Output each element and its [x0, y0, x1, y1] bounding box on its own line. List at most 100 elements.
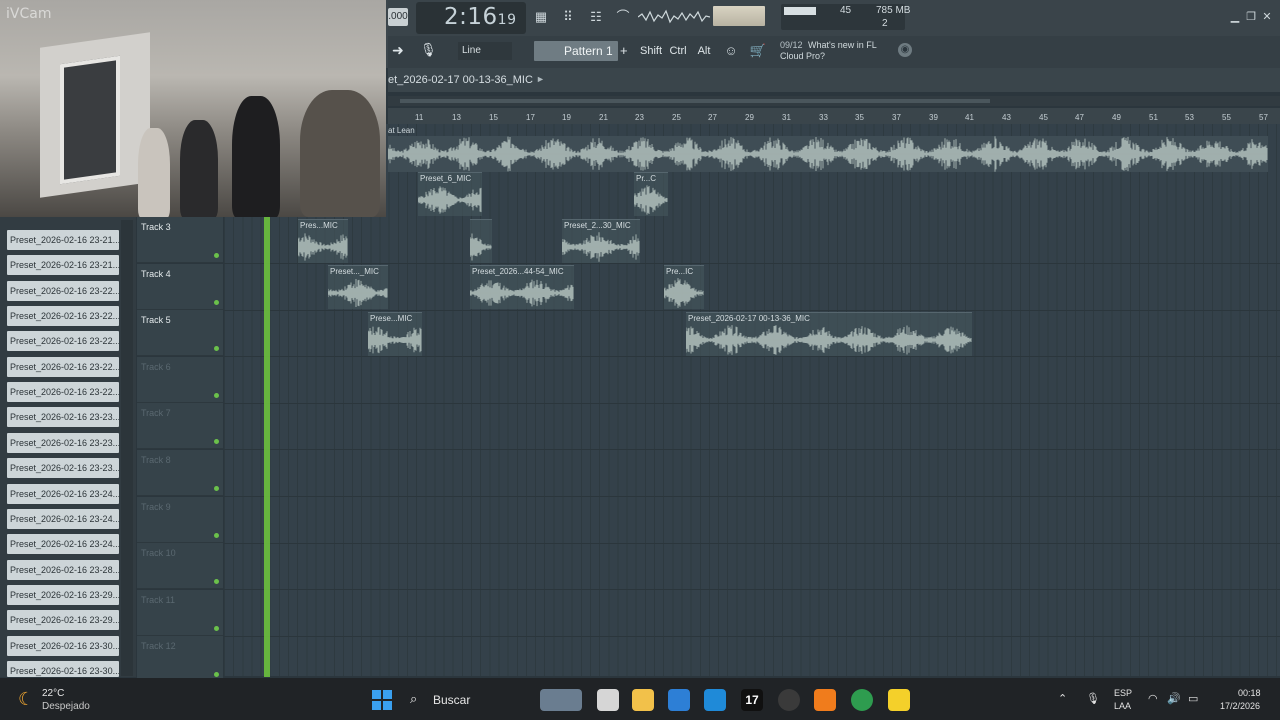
audio-clip[interactable]: Preset_2...30_MIC — [562, 219, 640, 263]
track-header[interactable]: Track 9 — [137, 496, 223, 543]
chevron-up-icon[interactable]: ⌃ — [1058, 692, 1067, 705]
track-header[interactable]: Track 6 — [137, 356, 223, 403]
track-header[interactable]: Track 4 — [137, 263, 223, 310]
track-header[interactable]: Track 3 — [137, 217, 223, 263]
audio-clip[interactable]: Preset_2026-02-17 00-13-36_MIC — [686, 312, 972, 356]
windows-start-icon[interactable] — [372, 690, 392, 710]
master-volume[interactable] — [713, 6, 765, 26]
media-app-icon[interactable] — [778, 689, 800, 711]
alt-key[interactable]: Alt — [693, 42, 715, 60]
playhead-marker[interactable] — [264, 217, 270, 677]
browser-file-item[interactable]: Preset_2026-02-16 23-30... — [7, 660, 119, 677]
browser-file-item[interactable]: Preset_2026-02-16 23-22... — [7, 306, 119, 327]
cart-icon[interactable]: 🛒 — [747, 42, 769, 60]
play-arrow-icon[interactable]: ➜ — [392, 42, 410, 60]
track-enable-led[interactable] — [214, 392, 219, 398]
browser-file-item[interactable]: Preset_2026-02-16 23-28... — [7, 559, 119, 580]
search-icon[interactable]: ⌕ — [410, 691, 417, 707]
track-enable-led[interactable] — [214, 486, 219, 491]
input-layout[interactable]: LAA — [1114, 701, 1131, 711]
browser-file-item[interactable]: Preset_2026-02-16 23-24... — [7, 508, 119, 529]
piano-icon[interactable]: ▦ — [530, 8, 552, 26]
audio-clip[interactable]: Prese...MIC — [368, 312, 422, 356]
mixer-icon[interactable]: ☷ — [585, 8, 607, 26]
audio-clip[interactable]: Pr...C — [634, 172, 668, 216]
audio-clip[interactable]: Preset_2026...44-54_MIC — [470, 265, 574, 309]
widgets-icon[interactable] — [540, 689, 582, 711]
browser-file-item[interactable]: Preset_2026-02-16 23-24... — [7, 483, 119, 504]
chrome-icon[interactable] — [851, 689, 873, 711]
tradingview-icon[interactable]: 17 — [741, 689, 763, 711]
browser-file-item[interactable]: Preset_2026-02-16 23-22... — [7, 331, 119, 352]
globe-icon[interactable]: ◉ — [898, 43, 912, 57]
track-header[interactable]: Track 10 — [137, 543, 223, 590]
wifi-icon[interactable]: ◠ — [1148, 692, 1158, 705]
playlist-hscroll-thumb[interactable] — [400, 99, 990, 103]
feedback-icon[interactable]: ☺ — [720, 42, 742, 60]
tempo-display[interactable]: .000 — [388, 8, 408, 26]
volume-icon[interactable]: 🔊 — [1167, 692, 1181, 705]
browser-file-item[interactable]: Preset_2026-02-16 23-23... — [7, 458, 119, 479]
edge-icon[interactable] — [704, 689, 726, 711]
snap-select[interactable]: Line — [458, 42, 512, 60]
clock-time[interactable]: 00:18 — [1238, 688, 1261, 698]
audio-clip[interactable] — [470, 219, 492, 263]
track-enable-led[interactable] — [214, 672, 219, 678]
fl-studio-icon[interactable] — [814, 689, 836, 711]
news-line2[interactable]: Cloud Pro? — [780, 51, 825, 61]
browser-file-item[interactable]: Preset_2026-02-16 23-21... — [7, 230, 119, 250]
file-explorer-icon[interactable] — [632, 689, 654, 711]
input-language[interactable]: ESP — [1114, 688, 1132, 698]
browser-scrollbar[interactable] — [121, 220, 133, 676]
browser-file-item[interactable]: Preset_2026-02-16 23-23... — [7, 432, 119, 453]
audio-clip[interactable]: Pre...IC — [664, 265, 704, 309]
task-view-icon[interactable] — [597, 689, 619, 711]
weather-temp[interactable]: 22°C — [42, 688, 64, 699]
step-seq-icon[interactable]: ⠿ — [557, 8, 579, 26]
add-pattern-icon[interactable]: + — [620, 43, 628, 58]
track-enable-led[interactable] — [214, 299, 219, 305]
track-enable-led[interactable] — [214, 532, 219, 538]
battery-icon[interactable]: ▭ — [1188, 692, 1198, 705]
chevron-right-icon[interactable]: ► — [536, 74, 545, 84]
audio-clip[interactable]: Pres...MIC — [298, 219, 348, 263]
pattern-selector[interactable]: Pattern 1 — [534, 41, 618, 61]
browser-file-item[interactable]: Preset_2026-02-16 23-30... — [7, 635, 119, 656]
track-header[interactable]: Track 11 — [137, 589, 223, 636]
timeline-ruler[interactable] — [388, 108, 1280, 124]
restore-icon[interactable]: ❐ — [1244, 10, 1258, 24]
browser-file-item[interactable]: Preset_2026-02-16 23-21... — [7, 255, 119, 276]
browser-file-item[interactable]: Preset_2026-02-16 23-29... — [7, 584, 119, 605]
track-header[interactable]: Track 5 — [137, 310, 223, 357]
track-enable-led[interactable] — [214, 439, 219, 445]
track-enable-led[interactable] — [214, 253, 219, 258]
track-enable-led[interactable] — [214, 579, 219, 585]
browser-file-item[interactable]: Preset_2026-02-16 23-24... — [7, 534, 119, 555]
master-audio-clip[interactable] — [388, 136, 1268, 172]
news-line1[interactable]: What's new in FL — [808, 40, 877, 50]
browser-file-item[interactable]: Preset_2026-02-16 23-23... — [7, 407, 119, 428]
track-header[interactable]: Track 12 — [137, 636, 223, 683]
microphone-tray-icon[interactable]: 🎙 — [1086, 692, 1100, 705]
track-enable-led[interactable] — [214, 346, 219, 352]
track-header[interactable]: Track 8 — [137, 450, 223, 496]
browser-file-item[interactable]: Preset_2026-02-16 23-22... — [7, 280, 119, 301]
track-enable-led[interactable] — [214, 625, 219, 631]
store-icon[interactable] — [668, 689, 690, 711]
browser-file-item[interactable]: Preset_2026-02-16 23-29... — [7, 610, 119, 631]
notes-app-icon[interactable] — [888, 689, 910, 711]
ctrl-key[interactable]: Ctrl — [666, 42, 690, 60]
taskbar-search[interactable]: Buscar — [433, 693, 470, 707]
browser-file-item[interactable]: Preset_2026-02-16 23-22... — [7, 356, 119, 377]
audio-clip[interactable]: Preset_6_MIC — [418, 172, 482, 216]
weather-desc[interactable]: Despejado — [42, 701, 90, 712]
audio-clip[interactable]: Preset..._MIC — [328, 265, 388, 309]
plugin-icon[interactable]: ⌒ — [612, 8, 634, 26]
track-header[interactable]: Track 7 — [137, 403, 223, 450]
mic-icon[interactable]: 🎙 — [420, 42, 437, 60]
clock-date[interactable]: 17/2/2026 — [1220, 701, 1260, 711]
browser-file-item[interactable]: Preset_2026-02-16 23-22... — [7, 382, 119, 403]
minimize-icon[interactable]: ▁ — [1228, 10, 1242, 24]
moon-weather-icon[interactable]: ☾ — [18, 689, 34, 710]
shift-key[interactable]: Shift — [638, 42, 664, 60]
